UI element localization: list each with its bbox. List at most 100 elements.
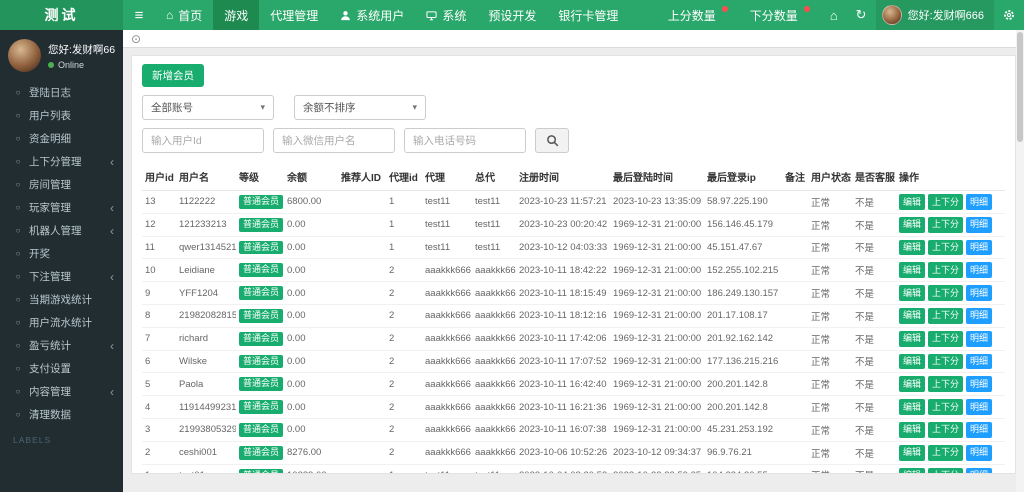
detail-button[interactable]: 明细 bbox=[966, 330, 993, 347]
detail-button[interactable]: 明细 bbox=[966, 239, 993, 256]
sidebar-item-6[interactable]: ○ 机器人管理 ‹ bbox=[0, 219, 123, 242]
menu-toggle-icon[interactable]: ≡ bbox=[123, 0, 155, 30]
sidebar-item-13[interactable]: ○ 内容管理 ‹ bbox=[0, 380, 123, 403]
detail-button[interactable]: 明细 bbox=[966, 194, 993, 210]
column-header-0[interactable]: 用户id bbox=[142, 163, 176, 191]
topnav-item-6[interactable]: 银行卡管理 bbox=[547, 0, 629, 30]
column-header-7[interactable]: 总代 bbox=[472, 163, 516, 191]
column-header-3[interactable]: 余额 bbox=[284, 163, 338, 191]
detail-button[interactable]: 明细 bbox=[966, 307, 993, 324]
detail-button[interactable]: 明细 bbox=[966, 353, 993, 370]
detail-button[interactable]: 明细 bbox=[966, 421, 993, 438]
updown-button[interactable]: 上下分 bbox=[928, 399, 964, 415]
updown-button[interactable]: 上下分 bbox=[928, 307, 964, 324]
updown-button[interactable]: 上下分 bbox=[928, 285, 964, 301]
detail-button[interactable]: 明细 bbox=[966, 376, 993, 393]
scrollbar-thumb[interactable] bbox=[1017, 32, 1023, 142]
updown-button[interactable]: 上下分 bbox=[928, 239, 964, 256]
topnav-item-3[interactable]: 系统用户 bbox=[329, 0, 415, 30]
sidebar-avatar[interactable] bbox=[8, 39, 41, 72]
detail-button[interactable]: 明细 bbox=[966, 216, 993, 233]
up-score-button[interactable]: 上分数量 bbox=[657, 0, 739, 30]
sidebar-item-10[interactable]: ○ 用户流水统计 bbox=[0, 311, 123, 334]
page-scrollbar[interactable] bbox=[1016, 30, 1024, 492]
sidebar-item-1[interactable]: ○ 用户列表 bbox=[0, 104, 123, 127]
sidebar-item-2[interactable]: ○ 资金明细 bbox=[0, 127, 123, 150]
sidebar-item-8[interactable]: ○ 下注管理 ‹ bbox=[0, 265, 123, 288]
tab-refresh-icon[interactable]: ⊙ bbox=[131, 33, 141, 45]
edit-button[interactable]: 编辑 bbox=[899, 399, 926, 415]
cell-is_service: 不是 bbox=[852, 190, 896, 214]
column-header-9[interactable]: 最后登陆时间 bbox=[610, 163, 704, 191]
column-header-13[interactable]: 是否客服 bbox=[852, 163, 896, 191]
column-header-11[interactable]: 备注 bbox=[782, 163, 808, 191]
updown-button[interactable]: 上下分 bbox=[928, 467, 964, 473]
topnav-item-5[interactable]: 预设开发 bbox=[477, 0, 547, 30]
detail-button[interactable]: 明细 bbox=[966, 467, 993, 473]
updown-button[interactable]: 上下分 bbox=[928, 444, 964, 461]
edit-button[interactable]: 编辑 bbox=[899, 330, 926, 347]
sidebar-item-5[interactable]: ○ 玩家管理 ‹ bbox=[0, 196, 123, 219]
column-header-4[interactable]: 推荐人ID bbox=[338, 163, 386, 191]
edit-button[interactable]: 编辑 bbox=[899, 262, 926, 279]
cell-value-id: 9 bbox=[145, 287, 151, 299]
search-button[interactable] bbox=[535, 128, 569, 153]
sidebar-item-4[interactable]: ○ 房间管理 bbox=[0, 173, 123, 196]
sidebar-item-7[interactable]: ○ 开奖 bbox=[0, 242, 123, 265]
sidebar-item-9[interactable]: ○ 当期游戏统计 bbox=[0, 288, 123, 311]
cell-value-username: 1122222 bbox=[179, 196, 216, 208]
sidebar-item-12[interactable]: ○ 支付设置 bbox=[0, 357, 123, 380]
edit-button[interactable]: 编辑 bbox=[899, 307, 926, 324]
topnav-item-1[interactable]: 游戏 bbox=[213, 0, 260, 30]
column-header-2[interactable]: 等级 bbox=[236, 163, 284, 191]
edit-button[interactable]: 编辑 bbox=[899, 376, 926, 393]
updown-button[interactable]: 上下分 bbox=[928, 421, 964, 438]
wechat-name-input[interactable] bbox=[273, 128, 395, 153]
updown-button[interactable]: 上下分 bbox=[928, 353, 964, 370]
balance-sort-select[interactable]: 余额不排序 ▾ bbox=[294, 95, 426, 120]
edit-button[interactable]: 编辑 bbox=[899, 194, 926, 210]
sidebar-item-0[interactable]: ○ 登陆日志 bbox=[0, 81, 123, 104]
edit-button[interactable]: 编辑 bbox=[899, 353, 926, 370]
edit-button[interactable]: 编辑 bbox=[899, 239, 926, 256]
sidebar-item-11[interactable]: ○ 盈亏统计 ‹ bbox=[0, 334, 123, 357]
updown-button[interactable]: 上下分 bbox=[928, 216, 964, 233]
detail-button[interactable]: 明细 bbox=[966, 262, 993, 279]
column-header-12[interactable]: 用户状态 bbox=[808, 163, 852, 191]
cell-last_ip: 201.17.108.17 bbox=[704, 304, 782, 328]
down-score-button[interactable]: 下分数量 bbox=[739, 0, 821, 30]
column-header-6[interactable]: 代理 bbox=[422, 163, 472, 191]
column-header-14[interactable]: 操作 bbox=[896, 163, 1005, 191]
topnav-item-0[interactable]: ⌂ 首页 bbox=[155, 0, 213, 30]
user-id-input[interactable] bbox=[142, 128, 264, 153]
phone-input[interactable] bbox=[404, 128, 526, 153]
updown-button[interactable]: 上下分 bbox=[928, 330, 964, 347]
add-member-button[interactable]: 新增会员 bbox=[142, 64, 204, 87]
edit-button[interactable]: 编辑 bbox=[899, 216, 926, 233]
account-filter-select[interactable]: 全部账号 ▾ bbox=[142, 95, 274, 120]
column-header-1[interactable]: 用户名 bbox=[176, 163, 236, 191]
edit-button[interactable]: 编辑 bbox=[899, 467, 926, 473]
refresh-icon[interactable]: ↻ bbox=[847, 0, 876, 30]
column-header-5[interactable]: 代理id bbox=[386, 163, 422, 191]
updown-button[interactable]: 上下分 bbox=[928, 376, 964, 393]
edit-button[interactable]: 编辑 bbox=[899, 285, 926, 301]
sidebar-item-3[interactable]: ○ 上下分管理 ‹ bbox=[0, 150, 123, 173]
edit-button[interactable]: 编辑 bbox=[899, 421, 926, 438]
topnav-item-2[interactable]: 代理管理 bbox=[259, 0, 329, 30]
detail-button[interactable]: 明细 bbox=[966, 285, 993, 301]
updown-button[interactable]: 上下分 bbox=[928, 194, 964, 210]
updown-button[interactable]: 上下分 bbox=[928, 262, 964, 279]
settings-gear-icon[interactable] bbox=[994, 0, 1024, 30]
home-shortcut-icon[interactable]: ⌂ bbox=[821, 0, 847, 30]
topnav-item-4[interactable]: 系统 bbox=[415, 0, 477, 30]
edit-button[interactable]: 编辑 bbox=[899, 444, 926, 461]
sidebar-item-14[interactable]: ○ 清理数据 bbox=[0, 403, 123, 426]
user-menu[interactable]: 您好:发财啊666 bbox=[875, 0, 994, 30]
column-header-8[interactable]: 注册时间 bbox=[516, 163, 610, 191]
detail-button[interactable]: 明细 bbox=[966, 399, 993, 415]
column-header-10[interactable]: 最后登录ip bbox=[704, 163, 782, 191]
detail-button[interactable]: 明细 bbox=[966, 444, 993, 461]
app-logo[interactable]: 测试 bbox=[0, 0, 123, 30]
cell-value-balance: 8276.00 bbox=[287, 447, 322, 459]
